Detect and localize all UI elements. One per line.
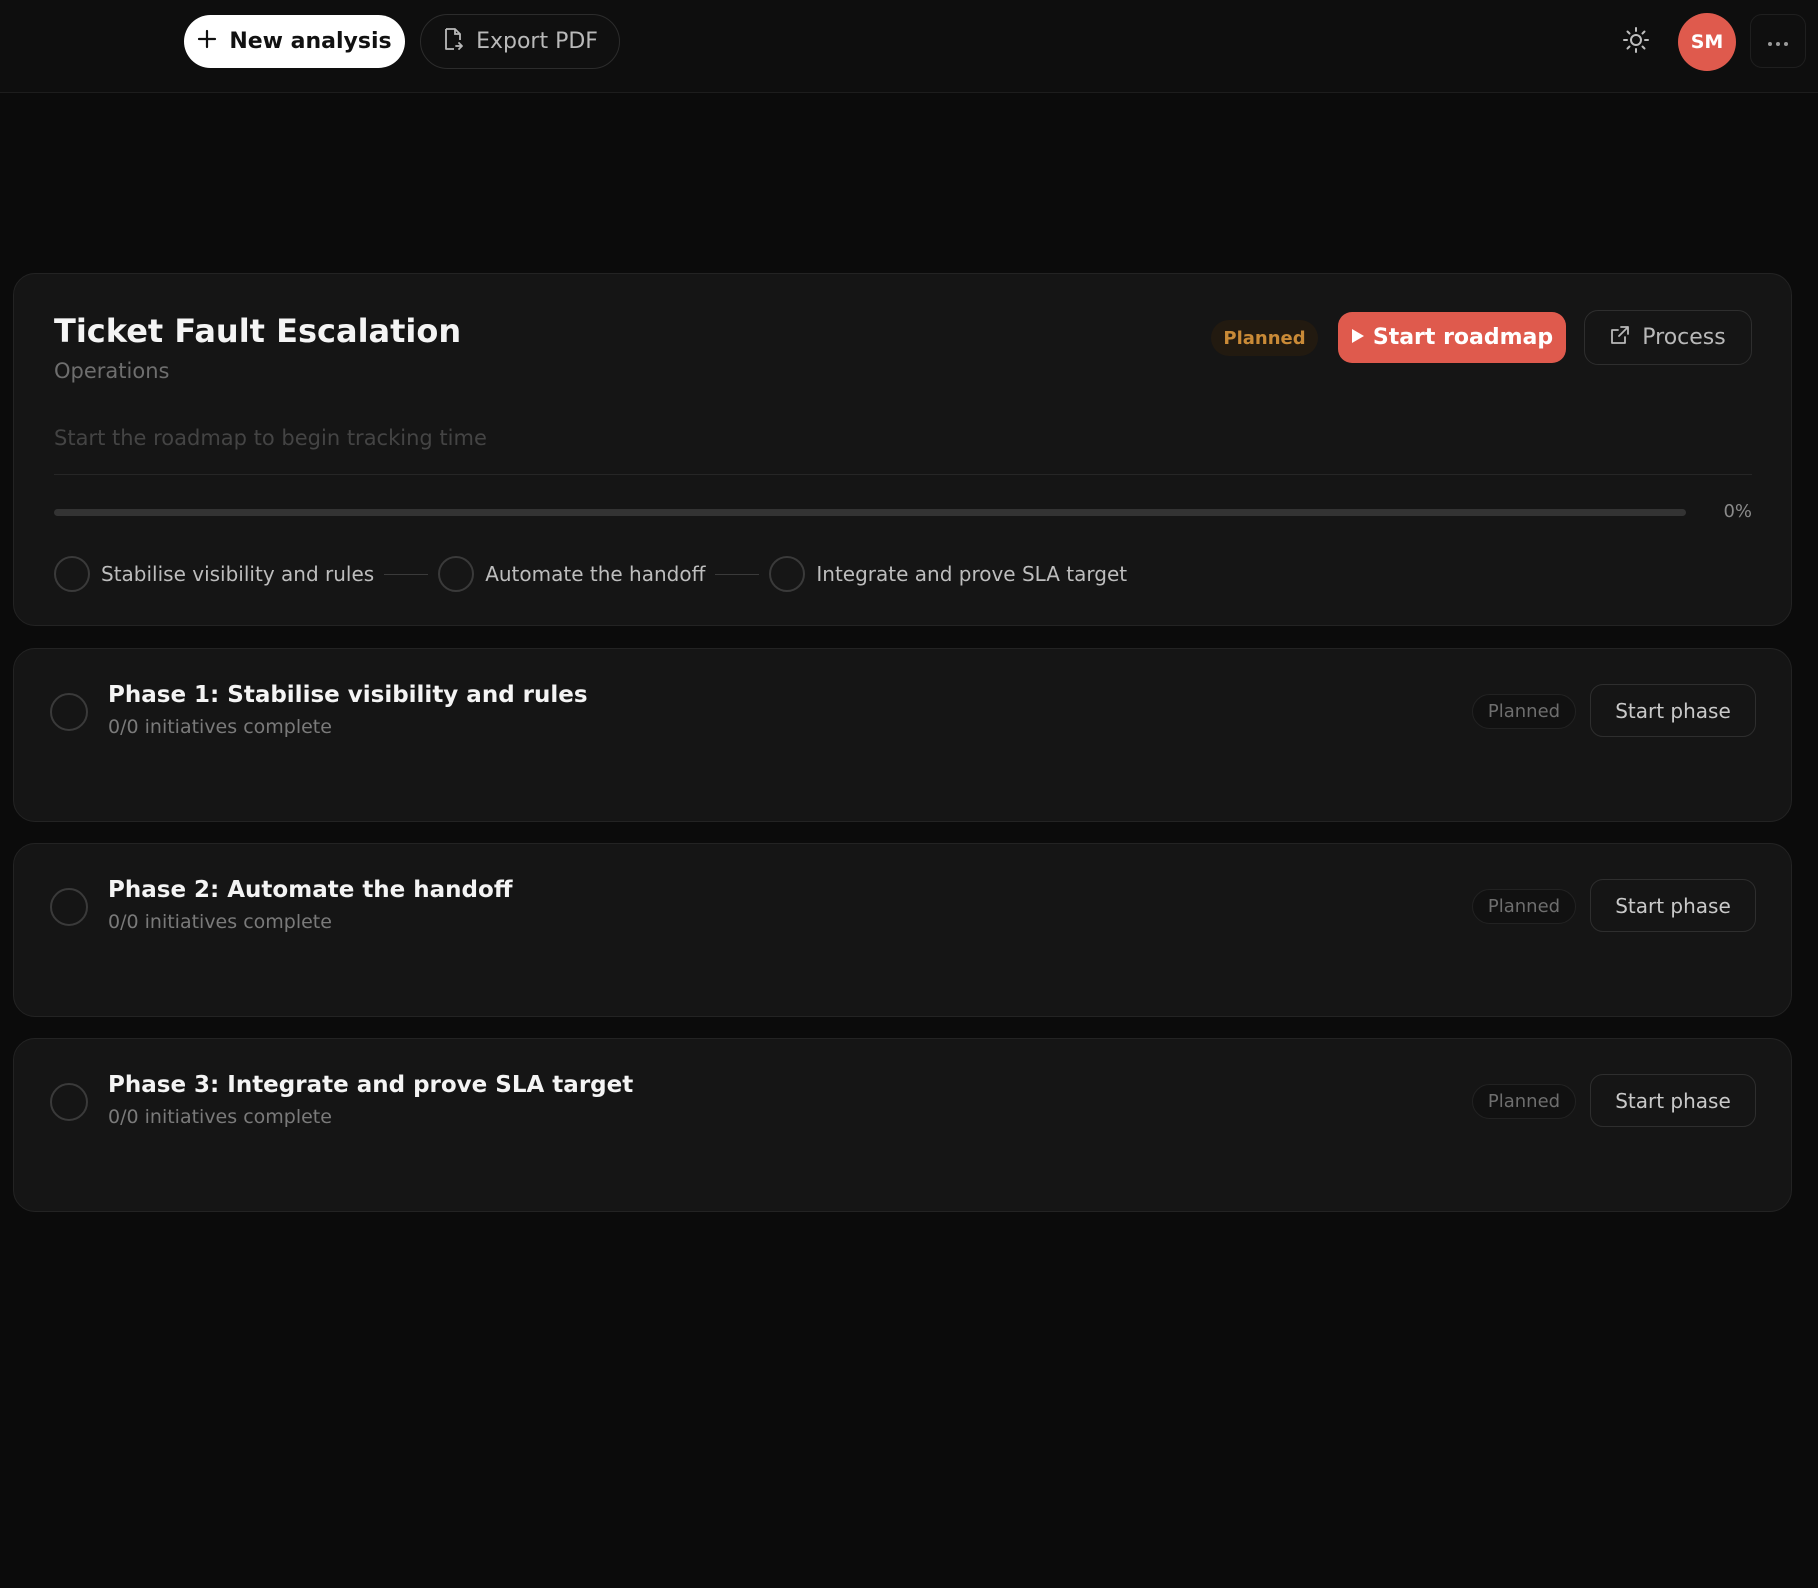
start-phase-button[interactable]: Start phase: [1590, 684, 1756, 737]
start-roadmap-label: Start roadmap: [1372, 325, 1554, 350]
step-label: Integrate and prove SLA target: [816, 562, 1128, 586]
export-pdf-button[interactable]: Export PDF: [420, 14, 620, 69]
step-label: Automate the handoff: [485, 562, 706, 586]
phase-title: Phase 1: Stabilise visibility and rules: [108, 682, 588, 708]
phase-title: Phase 2: Automate the handoff: [108, 877, 513, 903]
export-pdf-label: Export PDF: [476, 29, 598, 54]
step-connector: [384, 573, 429, 575]
more-menu-button[interactable]: [1750, 14, 1806, 68]
roadmap-subtitle: Operations: [54, 359, 170, 383]
avatar-initials: SM: [1690, 31, 1724, 53]
roadmap-status-badge: Planned: [1211, 320, 1318, 356]
tracking-hint: Start the roadmap to begin tracking time: [54, 426, 487, 450]
theme-toggle-button[interactable]: [1618, 24, 1654, 60]
step-1[interactable]: Stabilise visibility and rules: [54, 556, 374, 592]
step-2[interactable]: Automate the handoff: [438, 556, 705, 592]
roadmap-card: Ticket Fault Escalation Operations Plann…: [13, 273, 1792, 626]
phase-title: Phase 3: Integrate and prove SLA target: [108, 1072, 634, 1098]
new-analysis-label: New analysis: [229, 29, 392, 54]
ellipsis-icon: [1767, 32, 1789, 51]
user-avatar[interactable]: SM: [1678, 13, 1736, 71]
divider: [54, 474, 1752, 475]
phase-progress-text: 0/0 initiatives complete: [108, 1106, 332, 1128]
step-3[interactable]: Integrate and prove SLA target: [769, 556, 1127, 592]
phase-status-circle[interactable]: [50, 1083, 88, 1121]
step-label: Stabilise visibility and rules: [101, 562, 375, 586]
roadmap-title: Ticket Fault Escalation: [54, 312, 462, 350]
phase-stepper: Stabilise visibility and rules Automate …: [54, 554, 1127, 594]
step-status-circle: [769, 556, 806, 592]
step-status-circle: [54, 556, 90, 592]
phase-card-1: Phase 1: Stabilise visibility and rules …: [13, 648, 1792, 822]
process-button[interactable]: Process: [1584, 310, 1752, 365]
start-roadmap-button[interactable]: Start roadmap: [1338, 312, 1566, 363]
file-export-icon: [442, 27, 464, 57]
phase-progress-text: 0/0 initiatives complete: [108, 911, 332, 933]
new-analysis-button[interactable]: New analysis: [184, 15, 405, 68]
start-phase-button[interactable]: Start phase: [1590, 879, 1756, 932]
plus-icon: [197, 29, 217, 55]
phase-progress-text: 0/0 initiatives complete: [108, 716, 332, 738]
phase-card-2: Phase 2: Automate the handoff 0/0 initia…: [13, 843, 1792, 1017]
phase-status-circle[interactable]: [50, 888, 88, 926]
step-status-circle: [438, 556, 475, 592]
phase-status-badge: Planned: [1472, 694, 1576, 729]
phase-status-circle[interactable]: [50, 693, 88, 731]
phase-status-badge: Planned: [1472, 889, 1576, 924]
external-link-icon: [1610, 325, 1630, 351]
sun-icon: [1622, 26, 1650, 58]
start-phase-button[interactable]: Start phase: [1590, 1074, 1756, 1127]
phase-status-badge: Planned: [1472, 1084, 1576, 1119]
play-icon: [1351, 325, 1365, 350]
progress-percentage: 0%: [1723, 501, 1752, 522]
step-connector: [715, 573, 760, 575]
roadmap-progress-bar: [54, 509, 1686, 516]
top-bar: New analysis Export PDF SM: [0, 0, 1818, 93]
phase-card-3: Phase 3: Integrate and prove SLA target …: [13, 1038, 1792, 1212]
process-label: Process: [1642, 325, 1726, 350]
